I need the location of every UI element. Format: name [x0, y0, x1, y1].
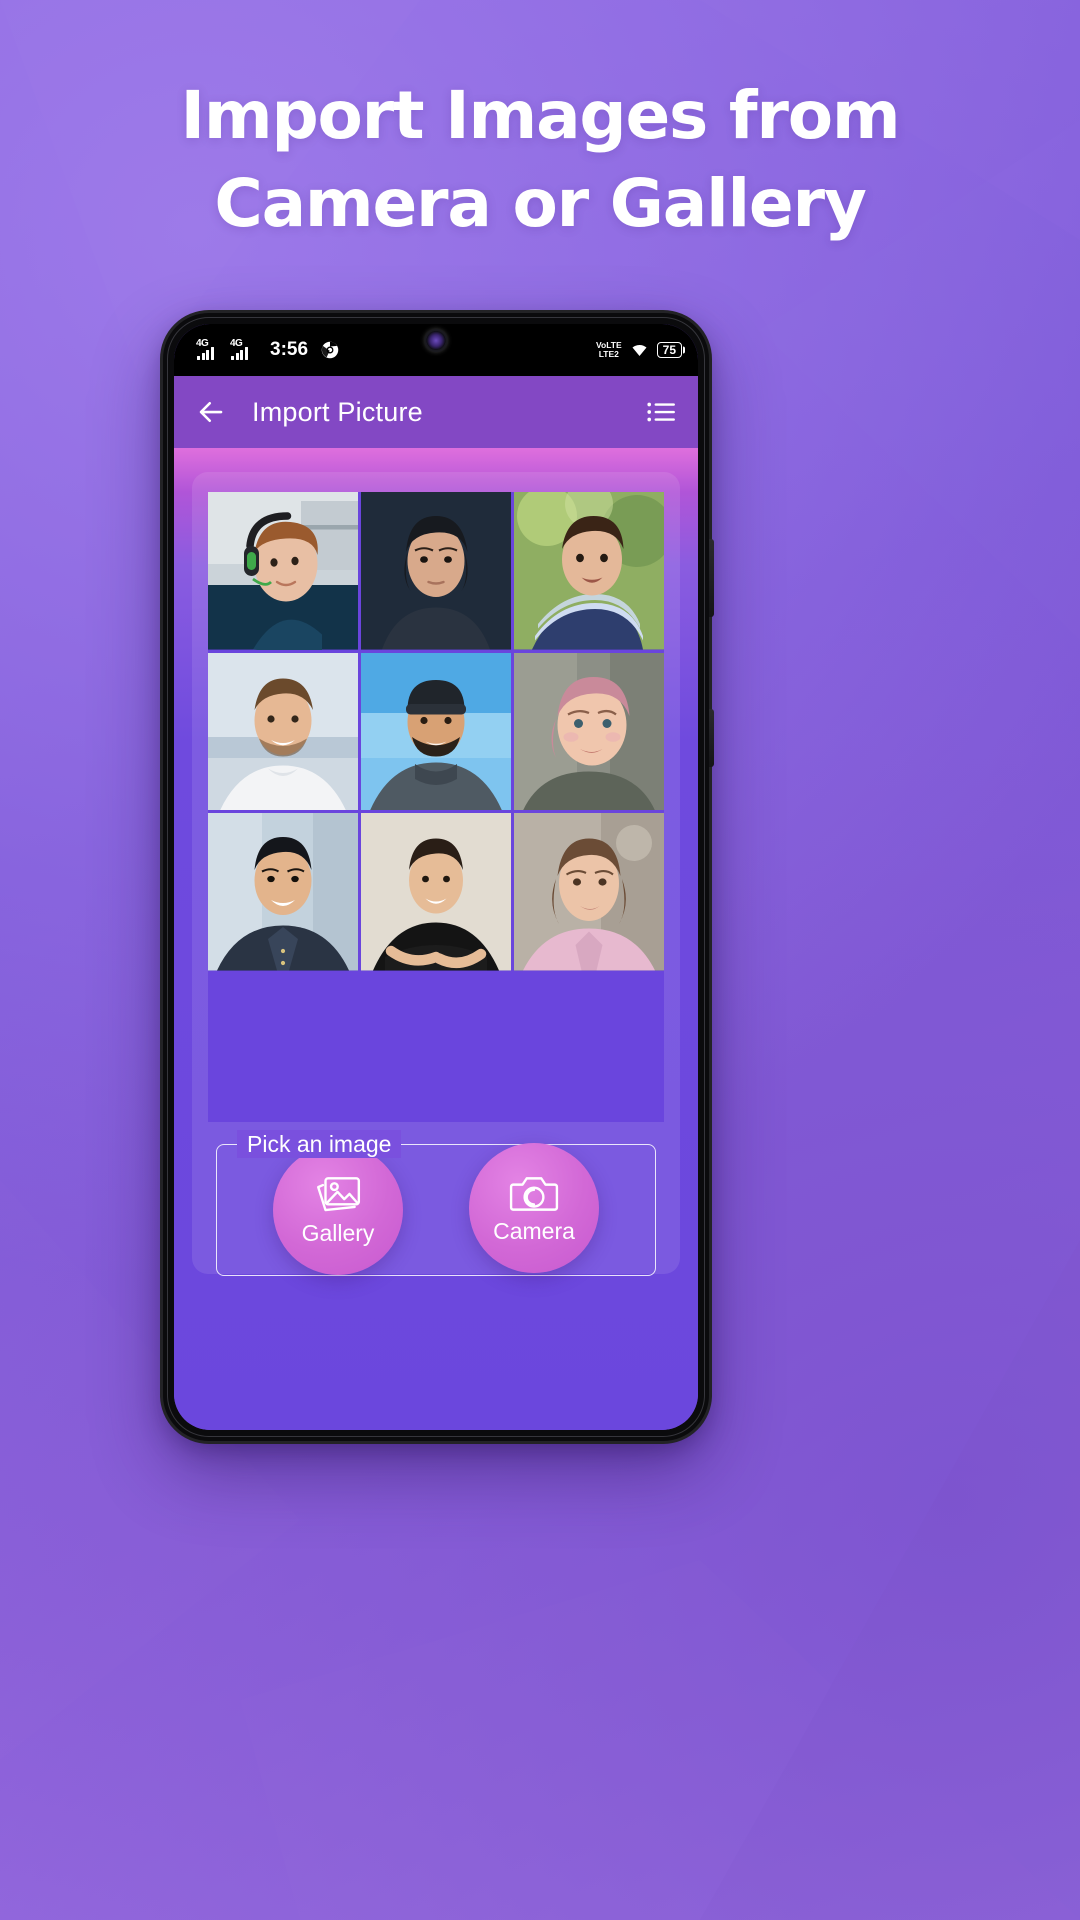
signal-icon-sim1: 4G: [196, 338, 222, 360]
photo-9-image: [514, 813, 664, 971]
photo-5-image: [361, 652, 511, 810]
photo-thumbnail[interactable]: [208, 813, 358, 971]
camera-button[interactable]: Camera: [469, 1143, 599, 1273]
photo-thumbnail[interactable]: [361, 492, 511, 650]
front-camera-icon: [426, 331, 446, 350]
volte-line-2: LTE2: [598, 349, 619, 359]
photo-thumbnail[interactable]: [208, 652, 358, 810]
phone-screen: 4G 4G 3:56 VoLTE LTE2 75 Import Picture …: [174, 324, 698, 1430]
photo-thumbnail[interactable]: [361, 652, 511, 810]
photo-grid: [208, 492, 664, 971]
camera-icon: [509, 1177, 559, 1211]
notch: [388, 324, 484, 358]
photo-8-image: [361, 813, 511, 971]
photo-thumbnail[interactable]: [361, 813, 511, 971]
wifi-icon: [632, 344, 647, 356]
photo-6-image: [514, 652, 664, 810]
power-button[interactable]: [709, 539, 714, 617]
volume-button[interactable]: [709, 709, 714, 767]
chrome-icon: [321, 341, 339, 359]
picker-legend: Pick an image: [237, 1130, 402, 1158]
photo-grid-container: [208, 492, 664, 1122]
status-bar: 4G 4G 3:56 VoLTE LTE2 75: [174, 324, 698, 376]
content-card: Pick an image Gallery Camera: [192, 472, 680, 1276]
photo-4-image: [208, 652, 358, 810]
app-bar: Import Picture: [174, 376, 698, 448]
promo-headline: Import Images from Camera or Gallery: [0, 72, 1080, 248]
status-bar-left: 4G 4G 3:56: [196, 338, 339, 361]
photo-thumbnail[interactable]: [514, 652, 664, 810]
photo-2-image: [361, 492, 511, 650]
pick-an-image-fieldset: Pick an image Gallery Camera: [216, 1130, 656, 1276]
volte-indicator: VoLTE LTE2: [596, 341, 622, 359]
photo-1-image: [208, 492, 358, 650]
photo-3-image: [514, 492, 664, 650]
gallery-button[interactable]: Gallery: [273, 1145, 403, 1275]
status-bar-right: VoLTE LTE2 75: [596, 341, 682, 359]
photo-thumbnail[interactable]: [514, 813, 664, 971]
gallery-image-icon: [317, 1177, 361, 1212]
battery-indicator: 75: [656, 342, 682, 358]
app-body: Pick an image Gallery Camera: [174, 448, 698, 1430]
back-arrow-icon[interactable]: [196, 397, 226, 427]
photo-thumbnail[interactable]: [208, 492, 358, 650]
headline-line-2: Camera or Gallery: [214, 164, 867, 242]
headline-line-1: Import Images from: [180, 77, 901, 154]
signal-icon-sim2: 4G: [230, 338, 256, 360]
photo-7-image: [208, 813, 358, 971]
phone-mockup: 4G 4G 3:56 VoLTE LTE2 75 Import Picture …: [163, 313, 714, 1441]
photo-thumbnail[interactable]: [514, 492, 664, 650]
list-menu-icon[interactable]: [646, 399, 676, 425]
camera-button-label: Camera: [493, 1218, 575, 1244]
gallery-button-label: Gallery: [301, 1220, 375, 1246]
page-title: Import Picture: [252, 396, 423, 427]
status-bar-clock: 3:56: [270, 339, 309, 360]
